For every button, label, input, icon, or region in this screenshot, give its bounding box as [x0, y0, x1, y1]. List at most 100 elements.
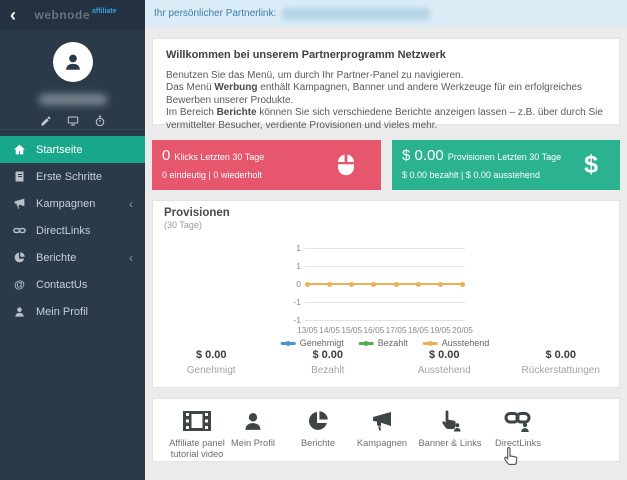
data-point: [437, 281, 443, 287]
sidebar-item-label: ContactUs: [36, 278, 88, 291]
at-icon: @: [14, 278, 25, 291]
profile-quick-actions: [0, 115, 145, 127]
sidebar-item-label: Berichte: [36, 251, 77, 264]
welcome-line3: Im Bereich: [166, 107, 217, 119]
sidebar-item-directlinks[interactable]: DirectLinks: [0, 217, 145, 244]
y-tick-label: -1: [293, 297, 301, 307]
mouse-icon: [333, 152, 359, 178]
total-label: Genehmigt: [186, 365, 236, 376]
data-point: [460, 281, 465, 287]
totals-row: $ 0.00 Genehmigt $ 0.00 Bezahlt $ 0.00 A…: [153, 349, 619, 376]
sidebar-item-label: DirectLinks: [36, 224, 91, 237]
stopwatch-icon[interactable]: [94, 115, 106, 127]
clicks-value: 0: [162, 147, 171, 164]
data-point: [415, 281, 421, 287]
total-ausstehend: $ 0.00 Ausstehend: [386, 349, 503, 376]
chevron-left-icon: ‹: [129, 250, 133, 265]
legend-label: Ausstehend: [441, 338, 490, 348]
y-tick-label: -1: [293, 315, 301, 325]
sidebar: ‹ webnode affiliate Startseite Erste Sch…: [0, 0, 145, 480]
avatar[interactable]: [52, 42, 93, 82]
shortcut-directlinks[interactable]: DirectLinks: [478, 407, 558, 449]
welcome-line2: Das Menü: [166, 82, 215, 94]
clicks-label: Klicks Letzten 30 Tage: [174, 152, 265, 162]
clicks-stat-card[interactable]: 0 Klicks Letzten 30 Tage 0 eindeutig | 0…: [152, 140, 381, 190]
sidebar-item-label: Startseite: [36, 143, 83, 156]
legend-swatch: [280, 340, 296, 346]
shortcuts-card: Affiliate panel tutorial video Mein Prof…: [152, 398, 620, 462]
total-genehmigt: $ 0.00 Genehmigt: [153, 349, 270, 376]
desktop-icon[interactable]: [67, 115, 79, 127]
sidebar-item-mein-profil[interactable]: Mein Profil: [0, 298, 145, 325]
chart-gridline: [305, 266, 465, 267]
commissions-stat-card[interactable]: $ 0.00 Provisionen Letzten 30 Tage $ 0.0…: [392, 140, 620, 190]
total-value: $ 0.00: [545, 349, 577, 361]
book-icon: [13, 170, 26, 183]
welcome-line2-bold: Werbung: [214, 82, 258, 94]
welcome-line1: Benutzen Sie das Menü, um durch Ihr Part…: [166, 70, 464, 81]
legend-swatch: [358, 340, 374, 346]
sidebar-item-kampagnen[interactable]: Kampagnen ‹: [0, 190, 145, 217]
welcome-line3-bold: Berichte: [216, 107, 257, 119]
welcome-title: Willkommen bei unserem Partnerprogramm N…: [166, 49, 446, 61]
total-rueckerstattungen: $ 0.00 Rückerstattungen: [503, 349, 620, 376]
commissions-chart-card: Provisionen (30 Tage) 1 1 0 -1 -1 13/05 14/05 1…: [152, 200, 620, 388]
dollar-icon: $: [584, 150, 598, 179]
data-point: [349, 281, 355, 287]
links-icon: [478, 407, 558, 433]
logo-text: webnode: [34, 8, 90, 22]
welcome-text: Benutzen Sie das Menü, um durch Ihr Part…: [166, 70, 606, 132]
commissions-stat-line: $ 0.00 Provisionen Letzten 30 Tage: [402, 147, 610, 164]
legend-item: Bezahlt: [358, 338, 408, 348]
logo-suffix-text: affiliate: [92, 7, 117, 15]
profile-section: [0, 30, 145, 130]
chart-gridline: [305, 302, 465, 303]
total-bezahlt: $ 0.00 Bezahlt: [270, 349, 387, 376]
total-value: $ 0.00: [312, 349, 344, 361]
user-icon: [62, 51, 84, 73]
y-tick-label: 0: [296, 279, 301, 289]
sidebar-menu: Startseite Erste Schritte Kampagnen ‹ Di…: [0, 136, 145, 325]
chart-title: Provisionen: [164, 207, 230, 219]
sidebar-header: ‹ webnode affiliate: [0, 0, 145, 30]
sidebar-item-contactus[interactable]: @ ContactUs: [0, 271, 145, 298]
total-label: Rückerstattungen: [521, 365, 600, 376]
megaphone-icon: [13, 197, 26, 210]
affiliate-dashboard: ‹ webnode affiliate Startseite Erste Sch…: [0, 0, 627, 480]
chart-legend: Genehmigt Bezahlt Ausstehend: [280, 338, 490, 348]
sidebar-item-label: Kampagnen: [36, 197, 96, 210]
shortcut-label: DirectLinks: [495, 438, 541, 448]
legend-item: Genehmigt: [280, 338, 344, 348]
commissions-value: $ 0.00: [402, 147, 444, 164]
partner-link-blurred[interactable]: [282, 7, 431, 20]
sidebar-item-label: Erste Schritte: [36, 170, 103, 183]
legend-swatch: [422, 340, 438, 346]
sidebar-item-erste-schritte[interactable]: Erste Schritte: [0, 163, 145, 190]
data-point: [327, 281, 333, 287]
link-icon: [13, 224, 26, 237]
data-point: [305, 281, 310, 287]
total-value: $ 0.00: [195, 349, 227, 361]
total-label: Bezahlt: [311, 365, 345, 376]
user-icon: [13, 305, 26, 318]
y-tick-label: 1: [296, 261, 301, 271]
legend-label: Bezahlt: [377, 338, 408, 348]
partner-link-label: Ihr persönlicher Partnerlink:: [154, 8, 277, 19]
chevron-left-icon: ‹: [129, 196, 133, 211]
welcome-card: Willkommen bei unserem Partnerprogramm N…: [152, 38, 620, 131]
data-point: [393, 281, 399, 287]
topbar: Ihr persönlicher Partnerlink:: [145, 0, 627, 27]
chart-gridline: [305, 248, 465, 249]
chart-gridline: [305, 320, 465, 321]
pie-chart-icon: [13, 251, 26, 264]
sidebar-item-startseite[interactable]: Startseite: [0, 136, 145, 163]
legend-label: Genehmigt: [299, 338, 344, 348]
total-value: $ 0.00: [428, 349, 460, 361]
logo[interactable]: webnode affiliate: [16, 6, 135, 24]
edit-pencil-icon[interactable]: [40, 115, 52, 127]
sidebar-item-berichte[interactable]: Berichte ‹: [0, 244, 145, 271]
username-blurred: [38, 94, 107, 105]
total-label: Ausstehend: [417, 365, 471, 376]
chart-subtitle: (30 Tage): [164, 220, 202, 230]
home-icon: [13, 143, 26, 156]
